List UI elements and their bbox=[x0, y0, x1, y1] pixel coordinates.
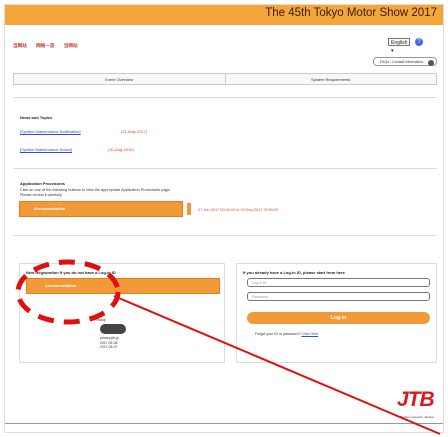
top-banner: The 45th Tokyo Motor Show 2017 bbox=[5, 5, 443, 25]
tab-bar: Event Overview System Requirements bbox=[13, 73, 437, 85]
faq-label: FAQs / Contact Information bbox=[380, 60, 424, 64]
badge-line: privacy.jtb.jp bbox=[100, 336, 119, 340]
news-date: (21-May-2017) bbox=[121, 129, 148, 134]
footer-tagline: Perfect moments, always. bbox=[400, 415, 435, 419]
privacy-mark-icon[interactable] bbox=[100, 324, 126, 334]
question-icon[interactable]: ? bbox=[415, 38, 423, 46]
top-nav-item[interactable]: 当网站 bbox=[13, 43, 27, 48]
divider bbox=[13, 168, 437, 169]
page: The 45th Tokyo Motor Show 2017 当网站 网络一览 … bbox=[4, 4, 444, 433]
news-link[interactable]: [System Maintenance Notification] bbox=[20, 129, 80, 134]
news-link[interactable]: [System Maintenance Notice] bbox=[20, 147, 72, 152]
login-panel: If you already have a Log-in ID, please … bbox=[236, 263, 437, 363]
new-registration-title: New Registration If you do not have a Lo… bbox=[26, 270, 116, 275]
forgot-text: Forgot your ID or password? Click Here bbox=[255, 332, 318, 336]
faq-button[interactable]: FAQs / Contact Information bbox=[373, 57, 437, 66]
forgot-link[interactable]: Click Here bbox=[302, 332, 319, 336]
divider bbox=[13, 97, 437, 98]
registration-accommodation-button[interactable]: Accommodation bbox=[26, 278, 220, 294]
news-title: News and Topics bbox=[20, 115, 53, 120]
jtb-logo: JTB bbox=[397, 388, 435, 411]
accommodation-button[interactable]: Accommodation bbox=[19, 201, 183, 217]
new-registration-panel: New Registration If you do not have a Lo… bbox=[19, 263, 225, 363]
application-title: Application Procedures bbox=[20, 181, 65, 186]
login-id-field[interactable]: Log-in ID bbox=[247, 278, 430, 287]
password-field[interactable]: Password bbox=[247, 292, 430, 301]
tab-system-requirements[interactable]: System Requirements bbox=[224, 74, 437, 84]
forgot-label: Forgot your ID or password? bbox=[255, 332, 301, 336]
privacy-label: Privacy bbox=[94, 318, 106, 322]
login-title: If you already have a Log-in ID, please … bbox=[243, 270, 345, 275]
badge-text: privacy.jtb.jp 2017-05-08 2017-05-07 bbox=[100, 336, 119, 350]
news-date: (30-Aug-2016) bbox=[108, 147, 134, 152]
badge-line: 2017-05-07 bbox=[100, 345, 118, 349]
divider bbox=[13, 235, 437, 236]
top-nav: 当网站 网络一览 当网站 bbox=[13, 43, 86, 49]
top-nav-item[interactable]: 网络一览 bbox=[36, 43, 54, 48]
login-button[interactable]: Log-in bbox=[247, 312, 430, 324]
footer-divider bbox=[5, 423, 443, 424]
top-nav-item[interactable]: 当网站 bbox=[64, 43, 78, 48]
language-select[interactable]: English ▾ bbox=[388, 38, 410, 54]
tab-event-overview[interactable]: Event Overview bbox=[14, 74, 225, 84]
arrow-circle-icon bbox=[428, 59, 434, 66]
application-period: 27-Jun-2017 00:00:00 to 29-Sep-2017 23:5… bbox=[198, 208, 279, 212]
banner-title: The 45th Tokyo Motor Show 2017 bbox=[265, 7, 437, 19]
period-marker bbox=[187, 203, 191, 215]
language-label: English bbox=[391, 40, 408, 46]
application-description: Please review it carefully. bbox=[20, 193, 63, 197]
